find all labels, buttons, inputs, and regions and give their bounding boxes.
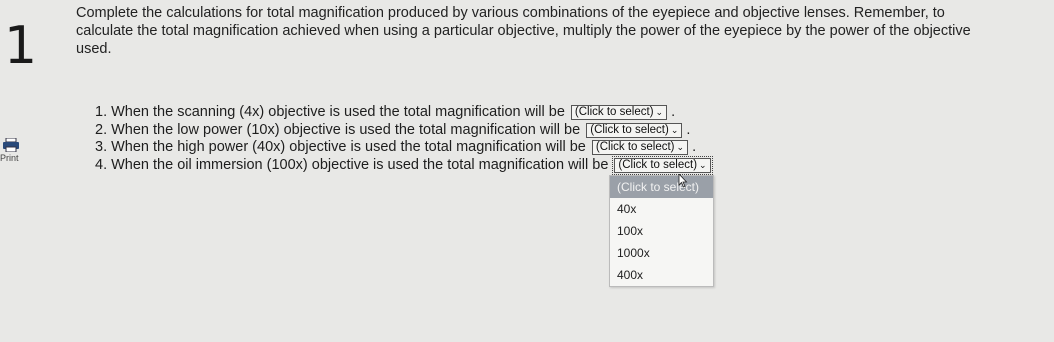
item-text: 1. When the scanning (4x) objective is u…: [95, 104, 565, 120]
answer-select-4[interactable]: (Click to select) ⌄: [612, 155, 713, 175]
item-suffix: .: [671, 104, 676, 120]
chevron-down-icon: ⌄: [655, 107, 664, 117]
print-label[interactable]: Print: [0, 153, 19, 163]
answer-select-2[interactable]: (Click to select) ⌄: [586, 122, 683, 138]
question-items: 1. When the scanning (4x) objective is u…: [95, 104, 713, 175]
dropdown-option[interactable]: 1000x: [610, 242, 713, 264]
question-item-1: 1. When the scanning (4x) objective is u…: [95, 104, 711, 122]
select-value: (Click to select): [618, 158, 698, 171]
item-text: 2. When the low power (10x) objective is…: [95, 121, 581, 138]
answer-select-1[interactable]: (Click to select) ⌄: [570, 105, 668, 120]
question-number: 1: [4, 16, 38, 76]
printer-icon[interactable]: [2, 138, 20, 152]
select-value: (Click to select): [574, 106, 654, 118]
question-item-2: 2. When the low power (10x) objective is…: [95, 122, 711, 140]
chevron-down-icon: ⌄: [699, 159, 707, 170]
answer-dropdown-list: (Click to select) 40x 100x 1000x 400x: [609, 175, 714, 287]
dropdown-option[interactable]: 100x: [610, 220, 713, 242]
mouse-cursor-icon: [678, 174, 688, 188]
question-item-3: 3. When the high power (40x) objective i…: [95, 139, 711, 157]
dropdown-option[interactable]: 40x: [610, 198, 713, 220]
dropdown-option[interactable]: 400x: [610, 264, 713, 286]
item-text: 4. When the oil immersion (100x) objecti…: [95, 156, 609, 173]
chevron-down-icon: ⌄: [676, 142, 685, 152]
item-suffix: .: [686, 121, 691, 138]
question-instructions: Complete the calculations for total magn…: [76, 5, 971, 57]
item-text: 3. When the high power (40x) objective i…: [95, 139, 586, 155]
answer-select-3[interactable]: (Click to select) ⌄: [591, 140, 689, 155]
question-item-4: 4. When the oil immersion (100x) objecti…: [95, 155, 713, 175]
select-value: (Click to select): [595, 141, 675, 153]
chevron-down-icon: ⌄: [670, 124, 679, 135]
item-suffix: .: [692, 139, 697, 155]
select-value: (Click to select): [590, 123, 669, 136]
dropdown-option[interactable]: (Click to select): [610, 176, 713, 198]
